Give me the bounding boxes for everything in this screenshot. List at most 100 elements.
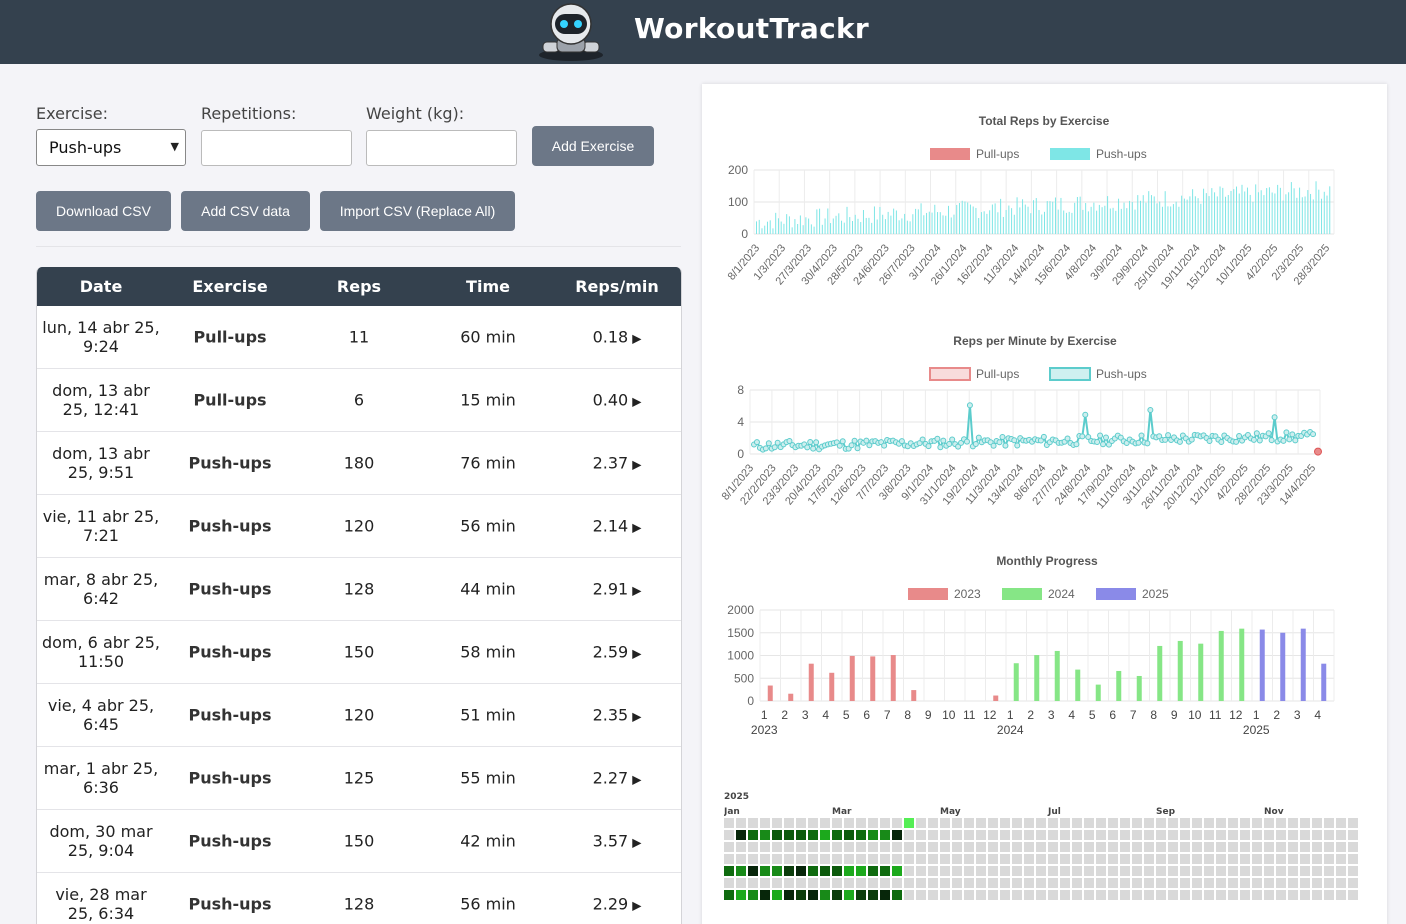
bar-push-ups [1115, 210, 1117, 234]
heatmap-day-cell [1132, 854, 1142, 864]
heatmap-day-cell [1312, 878, 1322, 888]
heatmap-day-cell [1156, 890, 1166, 900]
table-row[interactable]: vie, 11 abr 25, 7:21 Push-ups 120 56 min 2.1… [37, 495, 681, 558]
bar-push-ups [797, 224, 799, 234]
heatmap-day-cell [1204, 878, 1214, 888]
bar-push-ups [775, 212, 777, 234]
heatmap-day-cell [844, 878, 854, 888]
legend-swatch [930, 148, 970, 160]
bar-2023 [870, 656, 876, 701]
rpm-cell-text: 2.91 [592, 579, 629, 599]
divider [36, 246, 681, 247]
expand-arrow-icon[interactable]: ▶ [632, 710, 641, 724]
bar-push-ups [1033, 200, 1035, 234]
expand-arrow-icon[interactable]: ▶ [632, 521, 641, 535]
heatmap-day-cell [1324, 866, 1334, 876]
heatmap-day-cell [880, 866, 890, 876]
heatmap-day-cell [1108, 890, 1118, 900]
table-row[interactable]: dom, 30 mar 25, 9:04 Push-ups 150 42 min 3.5… [37, 810, 681, 873]
weight-input[interactable] [366, 130, 517, 166]
chevron-down-icon: ▼ [170, 140, 179, 153]
bar-push-ups [835, 215, 837, 234]
rpm-cell: 0.40 ▶ [593, 391, 642, 410]
reps-cell-text: 150 [343, 642, 375, 662]
repetitions-label: Repetitions: [201, 104, 297, 123]
heatmap-day-cell [1132, 818, 1142, 828]
heatmap-day-cell [820, 878, 830, 888]
rpm-cell: 2.14 ▶ [593, 517, 642, 536]
heatmap-day-cell [1204, 830, 1214, 840]
header-time: Time [466, 277, 510, 296]
point-push-ups [1097, 432, 1104, 439]
heatmap-day-cell [1036, 878, 1046, 888]
import-csv-button[interactable]: Import CSV (Replace All) [320, 191, 515, 231]
heatmap-day-cell [1024, 854, 1034, 864]
heatmap-day-cell [940, 842, 950, 852]
bar-2025 [1321, 663, 1327, 701]
repetitions-input[interactable] [201, 130, 352, 166]
bar-push-ups [879, 206, 881, 234]
expand-arrow-icon[interactable]: ▶ [632, 458, 641, 472]
heatmap-day-cell [808, 890, 818, 900]
point-push-ups [1271, 414, 1278, 421]
add-csv-data-button[interactable]: Add CSV data [181, 191, 310, 231]
reps-cell: 150 [344, 832, 375, 851]
heatmap-day-cell [724, 866, 734, 876]
reps-cell: 120 [344, 517, 375, 536]
bar-push-ups [1246, 187, 1248, 234]
bar-push-ups [978, 217, 980, 234]
heatmap-day-cell [1192, 842, 1202, 852]
expand-arrow-icon[interactable]: ▶ [632, 584, 641, 598]
heatmap-day-cell [964, 830, 974, 840]
bar-push-ups [923, 215, 925, 234]
x-tick-label: 6 [1109, 708, 1116, 722]
expand-arrow-icon[interactable]: ▶ [632, 773, 641, 787]
exercise-cell-text: Push-ups [188, 705, 272, 725]
heatmap-month-label: Nov [1264, 807, 1284, 817]
expand-arrow-icon[interactable]: ▶ [632, 332, 641, 346]
heatmap-day-cell [760, 890, 770, 900]
point-push-ups [990, 442, 997, 449]
bar-2024 [1177, 640, 1183, 701]
heatmap-day-cell [1024, 878, 1034, 888]
table-row[interactable]: dom, 13 abr 25, 12:41 Pull-ups 6 15 min 0.40… [37, 369, 681, 432]
bar-push-ups [788, 216, 790, 234]
heatmap-day-cell [772, 830, 782, 840]
heatmap-day-cell [1168, 818, 1178, 828]
table-row[interactable]: vie, 28 mar 25, 6:34 Push-ups 128 56 min 2.2… [37, 873, 681, 924]
total-reps-chart: Total Reps by Exercise Pull-ups Push-ups 0 1… [726, 114, 1335, 292]
heatmap-day-cell [1084, 854, 1094, 864]
heatmap-day-cell [1252, 854, 1262, 864]
expand-arrow-icon[interactable]: ▶ [632, 395, 641, 409]
heatmap-day-cell [748, 890, 758, 900]
heatmap-day-cell [820, 830, 830, 840]
heatmap-day-cell [748, 830, 758, 840]
year-label: 2024 [997, 723, 1024, 737]
table-row[interactable]: mar, 1 abr 25, 6:36 Push-ups 125 55 min 2.27… [37, 747, 681, 810]
table-row[interactable]: vie, 4 abr 25, 6:45 Push-ups 120 51 min 2.35… [37, 684, 681, 747]
point-push-ups [1206, 437, 1213, 444]
heatmap-day-cell [892, 854, 902, 864]
table-row[interactable]: mar, 8 abr 25, 6:42 Push-ups 128 44 min 2.91… [37, 558, 681, 621]
add-exercise-button[interactable]: Add Exercise [532, 126, 654, 166]
download-csv-button[interactable]: Download CSV [36, 191, 171, 231]
heatmap-day-cell [1144, 830, 1154, 840]
expand-arrow-icon[interactable]: ▶ [632, 899, 641, 913]
bar-push-ups [876, 219, 878, 234]
heatmap-day-cell [1108, 854, 1118, 864]
heatmap-day-cell [1144, 866, 1154, 876]
heatmap-day-cell [1324, 878, 1334, 888]
table-row[interactable]: dom, 6 abr 25, 11:50 Push-ups 150 58 min 2.5… [37, 621, 681, 684]
expand-arrow-icon[interactable]: ▶ [632, 836, 641, 850]
table-row[interactable]: dom, 13 abr 25, 9:51 Push-ups 180 76 min 2.3… [37, 432, 681, 495]
expand-arrow-icon[interactable]: ▶ [632, 647, 641, 661]
bar-push-ups [890, 215, 892, 234]
heatmap-day-cell [1336, 818, 1346, 828]
heatmap-day-cell [928, 854, 938, 864]
exercise-select[interactable]: Push-ups ▼ [36, 129, 186, 166]
bar-push-ups [1290, 182, 1292, 234]
table-row[interactable]: lun, 14 abr 25, 9:24 Pull-ups 11 60 min 0.18… [37, 306, 681, 369]
heatmap-day-cell [1168, 854, 1178, 864]
heatmap-day-cell [1192, 866, 1202, 876]
bar-push-ups [1123, 202, 1125, 234]
